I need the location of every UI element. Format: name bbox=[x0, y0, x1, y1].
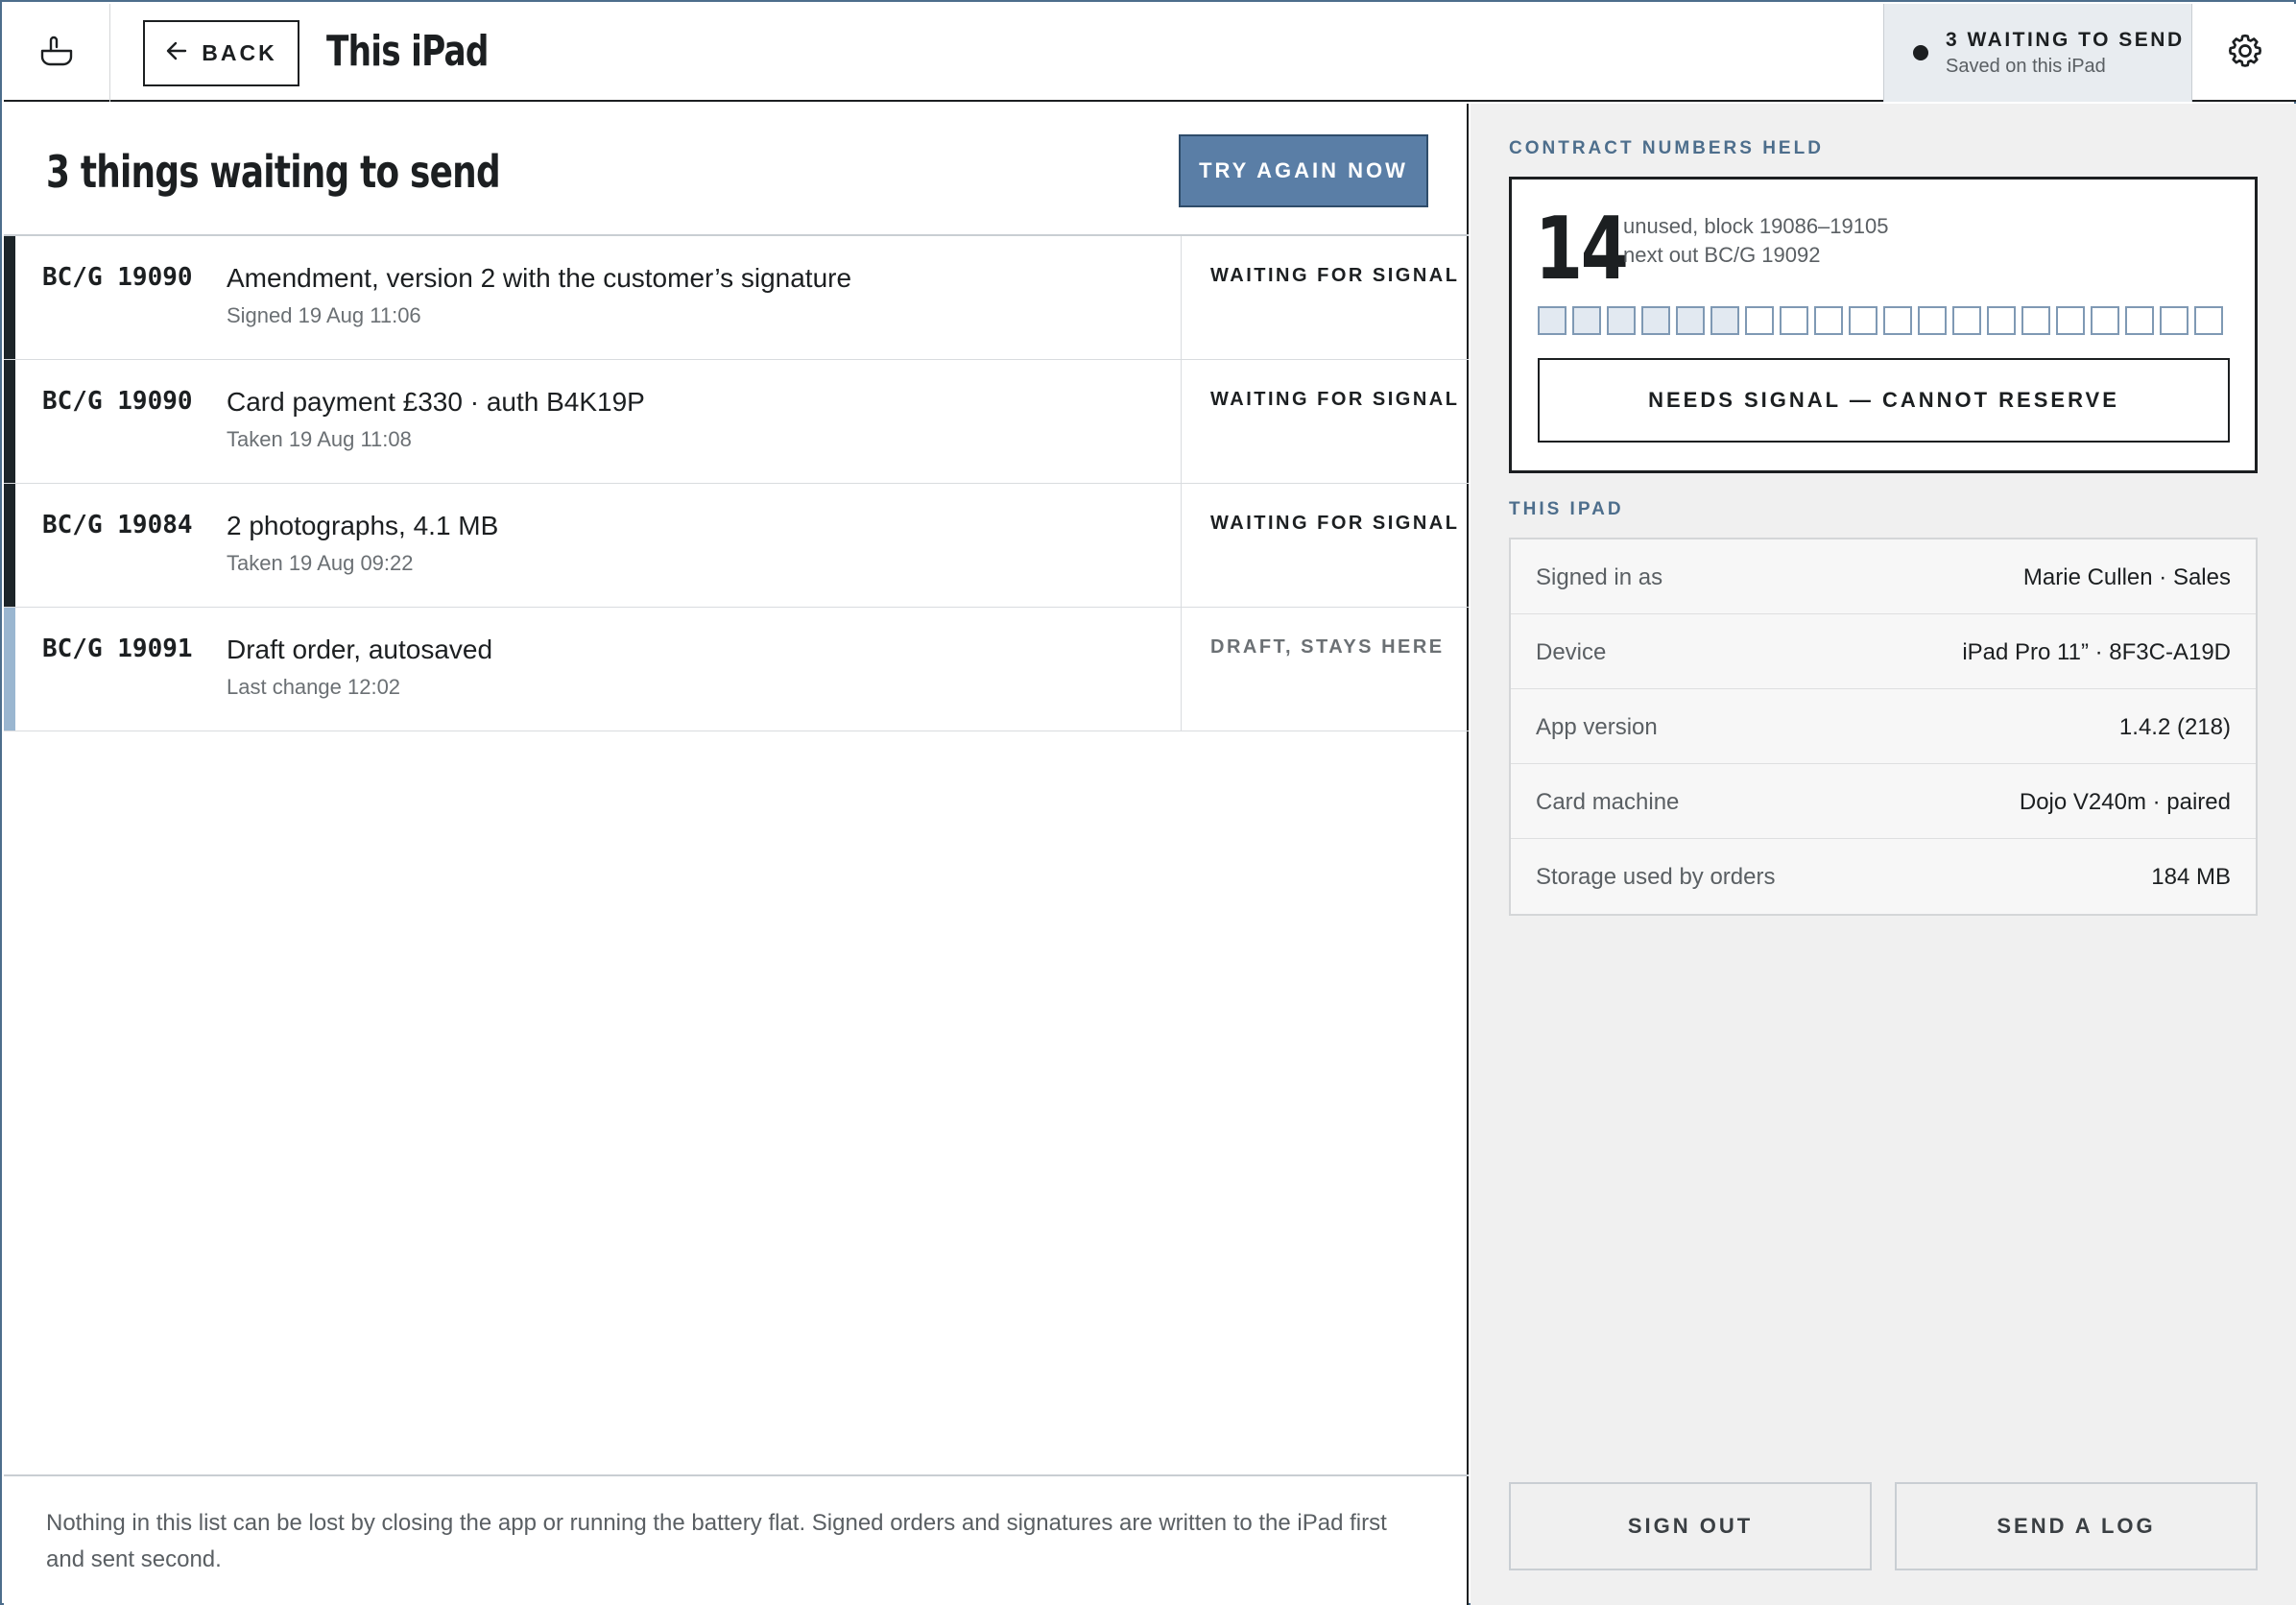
item-time: Taken 19 Aug 09:22 bbox=[227, 551, 414, 575]
info-row: Storage used by orders 184 MB bbox=[1511, 839, 2256, 914]
device-info-table: Signed in as Marie Cullen · Sales Device… bbox=[1509, 538, 2258, 916]
info-value: Marie Cullen · Sales bbox=[2022, 564, 2231, 590]
number-cell-used bbox=[1538, 306, 1567, 335]
back-button[interactable]: BACK bbox=[143, 20, 299, 86]
info-key: Signed in as bbox=[1536, 564, 1663, 590]
info-key: Storage used by orders bbox=[1536, 864, 1776, 890]
item-time: Taken 19 Aug 11:08 bbox=[227, 427, 412, 451]
outbox-header: 3 things waiting to send TRY AGAIN NOW bbox=[4, 104, 1469, 236]
reserve-button[interactable]: NEEDS SIGNAL — CANNOT RESERVE bbox=[1538, 358, 2230, 443]
number-cell-unused bbox=[2194, 306, 2223, 335]
home-button[interactable] bbox=[4, 4, 110, 102]
hand-wash-icon bbox=[39, 34, 74, 73]
info-row: Device iPad Pro 11” · 8F3C-A19D bbox=[1511, 614, 2256, 689]
info-value: 184 MB bbox=[2151, 864, 2231, 890]
page-title: This iPad bbox=[326, 27, 489, 76]
number-cell-unused bbox=[2091, 306, 2119, 335]
item-state: DRAFT, STAYS HERE bbox=[1181, 608, 1469, 731]
this-ipad-label: THIS IPAD bbox=[1509, 499, 1624, 519]
number-cell-used bbox=[1607, 306, 1636, 335]
info-key: Device bbox=[1536, 639, 1607, 665]
held-count: 14 bbox=[1535, 199, 1629, 299]
number-cell-unused bbox=[1883, 306, 1912, 335]
sync-status-badge[interactable]: 3 WAITING TO SEND Saved on this iPad bbox=[1883, 4, 2192, 102]
number-cell-unused bbox=[1987, 306, 2016, 335]
info-row: Signed in as Marie Cullen · Sales bbox=[1511, 539, 2256, 614]
number-cell-unused bbox=[1952, 306, 1981, 335]
number-cell-unused bbox=[1849, 306, 1877, 335]
info-row: Card machine Dojo V240m · paired bbox=[1511, 764, 2256, 839]
top-bar: BACK This iPad 3 WAITING TO SEND Saved o… bbox=[4, 4, 2296, 102]
contract-ref: BC/G 19084 bbox=[42, 511, 193, 539]
info-value: iPad Pro 11” · 8F3C-A19D bbox=[1962, 639, 2231, 665]
held-block-range: unused, block 19086–19105 bbox=[1623, 214, 1889, 238]
app-frame: BACK This iPad 3 WAITING TO SEND Saved o… bbox=[0, 0, 2296, 1605]
number-cell-unused bbox=[1780, 306, 1808, 335]
item-description: Card payment £330 · auth B4K19P bbox=[227, 387, 645, 417]
outbox-panel: 3 things waiting to send TRY AGAIN NOW B… bbox=[4, 104, 1469, 1605]
status-bar bbox=[4, 484, 15, 607]
list-item[interactable]: BC/G 19084 2 photographs, 4.1 MB Taken 1… bbox=[4, 484, 1469, 608]
contract-numbers-label: CONTRACT NUMBERS HELD bbox=[1509, 138, 1824, 158]
number-cell-used bbox=[1572, 306, 1601, 335]
number-cell-used bbox=[1710, 306, 1739, 335]
sign-out-button[interactable]: SIGN OUT bbox=[1509, 1482, 1872, 1570]
item-description: 2 photographs, 4.1 MB bbox=[227, 511, 499, 540]
status-bar bbox=[4, 360, 15, 483]
gear-icon bbox=[2226, 32, 2264, 75]
info-value: 1.4.2 (218) bbox=[2118, 714, 2231, 740]
item-description: Amendment, version 2 with the customer’s… bbox=[227, 263, 852, 293]
try-again-button[interactable]: TRY AGAIN NOW bbox=[1179, 134, 1428, 207]
number-cell-unused bbox=[2056, 306, 2085, 335]
outbox-list: BC/G 19090 Amendment, version 2 with the… bbox=[4, 236, 1469, 731]
item-state: WAITING FOR SIGNAL bbox=[1181, 236, 1469, 359]
send-log-button[interactable]: SEND A LOG bbox=[1895, 1482, 2258, 1570]
number-cell-unused bbox=[1745, 306, 1774, 335]
status-bar bbox=[4, 608, 15, 731]
number-cell-unused bbox=[2021, 306, 2050, 335]
number-cell-used bbox=[1641, 306, 1670, 335]
list-item[interactable]: BC/G 19091 Draft order, autosaved Last c… bbox=[4, 608, 1469, 731]
contract-ref: BC/G 19090 bbox=[42, 263, 193, 292]
outbox-title: 3 things waiting to send bbox=[46, 146, 501, 198]
status-subtitle: Saved on this iPad bbox=[1946, 56, 2106, 77]
info-value: Dojo V240m · paired bbox=[2019, 789, 2231, 815]
number-cell-unused bbox=[2160, 306, 2188, 335]
info-row: App version 1.4.2 (218) bbox=[1511, 689, 2256, 764]
item-state: WAITING FOR SIGNAL bbox=[1181, 360, 1469, 483]
number-cell-used bbox=[1676, 306, 1705, 335]
contract-ref: BC/G 19091 bbox=[42, 635, 193, 663]
status-title: 3 WAITING TO SEND bbox=[1946, 29, 2185, 51]
info-key: App version bbox=[1536, 714, 1658, 740]
status-bar bbox=[4, 236, 15, 359]
back-label: BACK bbox=[202, 40, 277, 65]
contract-ref: BC/G 19090 bbox=[42, 387, 193, 416]
number-cell-unused bbox=[1814, 306, 1843, 335]
dot-icon bbox=[1913, 45, 1928, 60]
item-time: Last change 12:02 bbox=[227, 675, 401, 699]
device-sidebar: CONTRACT NUMBERS HELD 14 unused, block 1… bbox=[1471, 104, 2296, 1605]
item-description: Draft order, autosaved bbox=[227, 635, 493, 664]
number-cell-unused bbox=[2125, 306, 2154, 335]
info-key: Card machine bbox=[1536, 789, 1680, 815]
contract-numbers-card: 14 unused, block 19086–19105 next out BC… bbox=[1509, 177, 2258, 473]
settings-button[interactable] bbox=[2194, 4, 2296, 102]
item-time: Signed 19 Aug 11:06 bbox=[227, 303, 421, 327]
list-item[interactable]: BC/G 19090 Card payment £330 · auth B4K1… bbox=[4, 360, 1469, 484]
number-cell-unused bbox=[1918, 306, 1947, 335]
outbox-footnote: Nothing in this list can be lost by clos… bbox=[4, 1474, 1469, 1605]
arrow-left-icon bbox=[165, 40, 188, 67]
held-next-number: next out BC/G 19092 bbox=[1623, 243, 1821, 267]
list-item[interactable]: BC/G 19090 Amendment, version 2 with the… bbox=[4, 236, 1469, 360]
item-state: WAITING FOR SIGNAL bbox=[1181, 484, 1469, 607]
number-block-cells bbox=[1538, 306, 2223, 335]
